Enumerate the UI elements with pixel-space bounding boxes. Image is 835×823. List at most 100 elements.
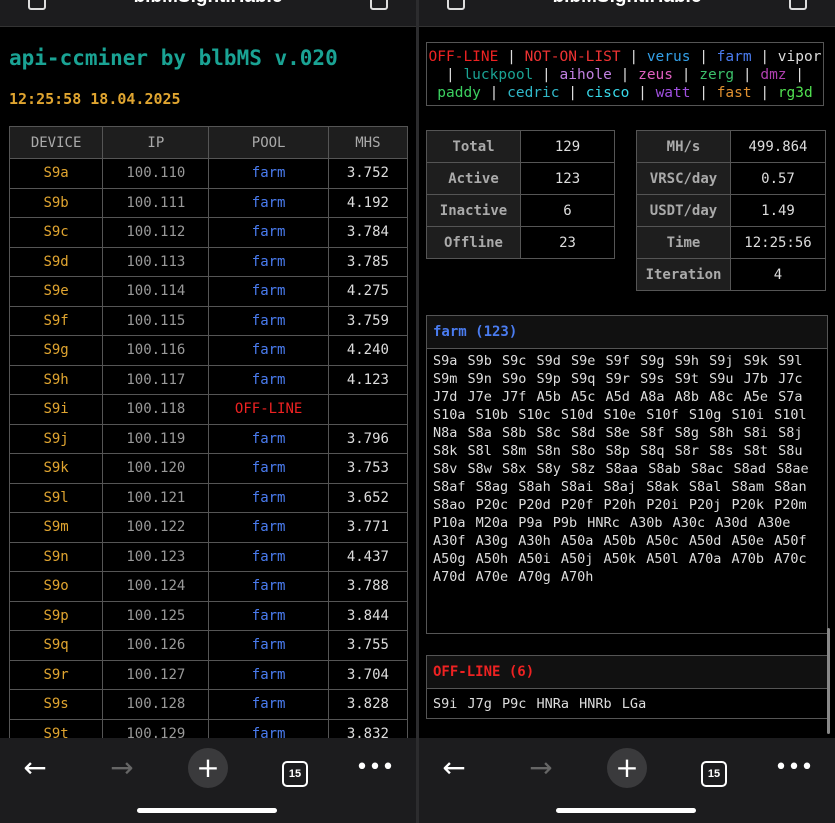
mhs-cell bbox=[327, 394, 409, 425]
table-row: S9n 100.123 farm 4.437 bbox=[8, 541, 409, 572]
legend-separator: | bbox=[734, 67, 761, 83]
share-icon[interactable] bbox=[370, 0, 388, 10]
legend-item: zerg bbox=[699, 67, 735, 83]
device-cell: S9i bbox=[8, 394, 104, 425]
column-header-ip: IP bbox=[102, 126, 210, 159]
ip-cell: 100.110 bbox=[102, 158, 210, 189]
browser-toolbar: ← → + 15 ••• bbox=[0, 738, 416, 823]
device-cell: S9c bbox=[8, 217, 104, 248]
mhs-cell: 3.828 bbox=[327, 689, 409, 720]
arrow-left-icon[interactable]: ← bbox=[434, 748, 474, 788]
stat-label: VRSC/day bbox=[636, 162, 731, 195]
legend-separator: | bbox=[690, 85, 717, 101]
pool-cell: farm bbox=[208, 187, 329, 218]
table-row: S9b 100.111 farm 4.192 bbox=[8, 187, 409, 218]
table-row: S9e 100.114 farm 4.275 bbox=[8, 276, 409, 307]
device-cell: S9r bbox=[8, 659, 104, 690]
tabs-button[interactable]: 15 bbox=[275, 748, 315, 788]
stat-value: 1.49 bbox=[730, 194, 826, 227]
home-indicator[interactable] bbox=[137, 808, 277, 813]
home-indicator[interactable] bbox=[556, 808, 696, 813]
device-cell: S9f bbox=[8, 305, 104, 336]
legend-item: OFF-LINE bbox=[428, 49, 499, 65]
mhs-cell: 3.704 bbox=[327, 659, 409, 690]
earnings-stats-table: MH/s 499.864 VRSC/day 0.57 USDT/day 1.49 Time 1… bbox=[636, 130, 826, 291]
mhs-cell: 3.785 bbox=[327, 246, 409, 277]
arrow-left-icon[interactable]: ← bbox=[15, 748, 55, 788]
table-row: S9g 100.116 farm 4.240 bbox=[8, 335, 409, 366]
pool-cell: farm bbox=[208, 571, 329, 602]
plus-icon[interactable]: + bbox=[607, 748, 647, 788]
device-stats-table: Total 129 Active 123 Inactive 6 Offline 23 bbox=[426, 130, 615, 259]
table-row: S9i 100.118 OFF-LINE bbox=[8, 394, 409, 425]
pool-cell: farm bbox=[208, 600, 329, 631]
mhs-cell: 3.844 bbox=[327, 600, 409, 631]
legend-item: vipor bbox=[777, 49, 822, 65]
ip-cell: 100.120 bbox=[102, 453, 210, 484]
mhs-cell: 3.752 bbox=[327, 158, 409, 189]
ip-cell: 100.119 bbox=[102, 423, 210, 454]
legend-separator: | bbox=[751, 85, 778, 101]
device-cell: S9n bbox=[8, 541, 104, 572]
page-title: api-ccminer by blbMS v.020 bbox=[9, 46, 338, 70]
stat-row: Total 129 bbox=[426, 130, 615, 163]
ip-cell: 100.124 bbox=[102, 571, 210, 602]
table-row: S9s 100.128 farm 3.828 bbox=[8, 689, 409, 720]
stat-label: USDT/day bbox=[636, 194, 731, 227]
farm-device-list: S9a S9b S9c S9d S9e S9f S9g S9h S9j S9k … bbox=[433, 353, 809, 585]
table-row: S9p 100.125 farm 3.844 bbox=[8, 600, 409, 631]
arrow-right-icon[interactable]: → bbox=[102, 748, 142, 788]
legend-item: luckpool bbox=[463, 67, 534, 83]
scrollbar[interactable] bbox=[827, 628, 830, 734]
mhs-cell: 4.192 bbox=[327, 187, 409, 218]
legend-separator: | bbox=[786, 67, 805, 83]
legend-item: aihole bbox=[559, 67, 612, 83]
stat-value: 129 bbox=[520, 130, 615, 163]
tabs-button[interactable]: 15 bbox=[694, 748, 734, 788]
legend-separator: | bbox=[480, 85, 508, 101]
ip-cell: 100.125 bbox=[102, 600, 210, 631]
table-row: S9c 100.112 farm 3.784 bbox=[8, 217, 409, 248]
address-bar[interactable]: blbMSightIHabIc bbox=[0, 0, 416, 27]
legend-separator: | bbox=[673, 67, 700, 83]
stat-label: Offline bbox=[426, 226, 521, 259]
stat-row: VRSC/day 0.57 bbox=[636, 162, 826, 195]
pool-cell: farm bbox=[208, 305, 329, 336]
device-cell: S9o bbox=[8, 571, 104, 602]
pool-cell: farm bbox=[208, 630, 329, 661]
legend-separator: | bbox=[445, 67, 464, 83]
mhs-cell: 4.275 bbox=[327, 276, 409, 307]
legend-item: cedric bbox=[507, 85, 560, 101]
legend-separator: | bbox=[498, 49, 525, 65]
legend-item: verus bbox=[646, 49, 691, 65]
url-text[interactable]: blbMSightIHabIc bbox=[419, 0, 835, 8]
stat-label: MH/s bbox=[636, 130, 731, 163]
legend-item: NOT-ON-LIST bbox=[524, 49, 621, 65]
ellipsis-icon[interactable]: ••• bbox=[774, 748, 814, 788]
ip-cell: 100.121 bbox=[102, 482, 210, 513]
ellipsis-icon[interactable]: ••• bbox=[355, 748, 395, 788]
legend-separator: | bbox=[559, 85, 586, 101]
table-row: S9o 100.124 farm 3.788 bbox=[8, 571, 409, 602]
offline-box: OFF-LINE (6) S9i J7g P9c HNRa HNRb LGa bbox=[426, 655, 828, 719]
pool-cell: farm bbox=[208, 512, 329, 543]
address-bar[interactable]: blbMSightIHabIc bbox=[419, 0, 835, 27]
legend-separator: | bbox=[620, 49, 647, 65]
url-text[interactable]: blbMSightIHabIc bbox=[0, 0, 416, 8]
table-row: S9d 100.113 farm 3.785 bbox=[8, 246, 409, 277]
stat-label: Time bbox=[636, 226, 731, 259]
legend-separator: | bbox=[690, 49, 717, 65]
pool-cell: farm bbox=[208, 217, 329, 248]
arrow-right-icon[interactable]: → bbox=[521, 748, 561, 788]
ip-cell: 100.112 bbox=[102, 217, 210, 248]
plus-icon[interactable]: + bbox=[188, 748, 228, 788]
browser-toolbar: ← → + 15 ••• bbox=[419, 738, 835, 823]
mhs-cell: 3.753 bbox=[327, 453, 409, 484]
share-icon[interactable] bbox=[789, 0, 807, 10]
device-table: DEVICE IP POOL MHS S9a 100.110 farm 3.752 S9… bbox=[8, 126, 409, 749]
device-cell: S9g bbox=[8, 335, 104, 366]
pool-cell: farm bbox=[208, 541, 329, 572]
pool-cell: farm bbox=[208, 482, 329, 513]
ip-cell: 100.122 bbox=[102, 512, 210, 543]
left-browser-pane: blbMSightIHabIc api-ccminer by blbMS v.0… bbox=[0, 0, 416, 823]
